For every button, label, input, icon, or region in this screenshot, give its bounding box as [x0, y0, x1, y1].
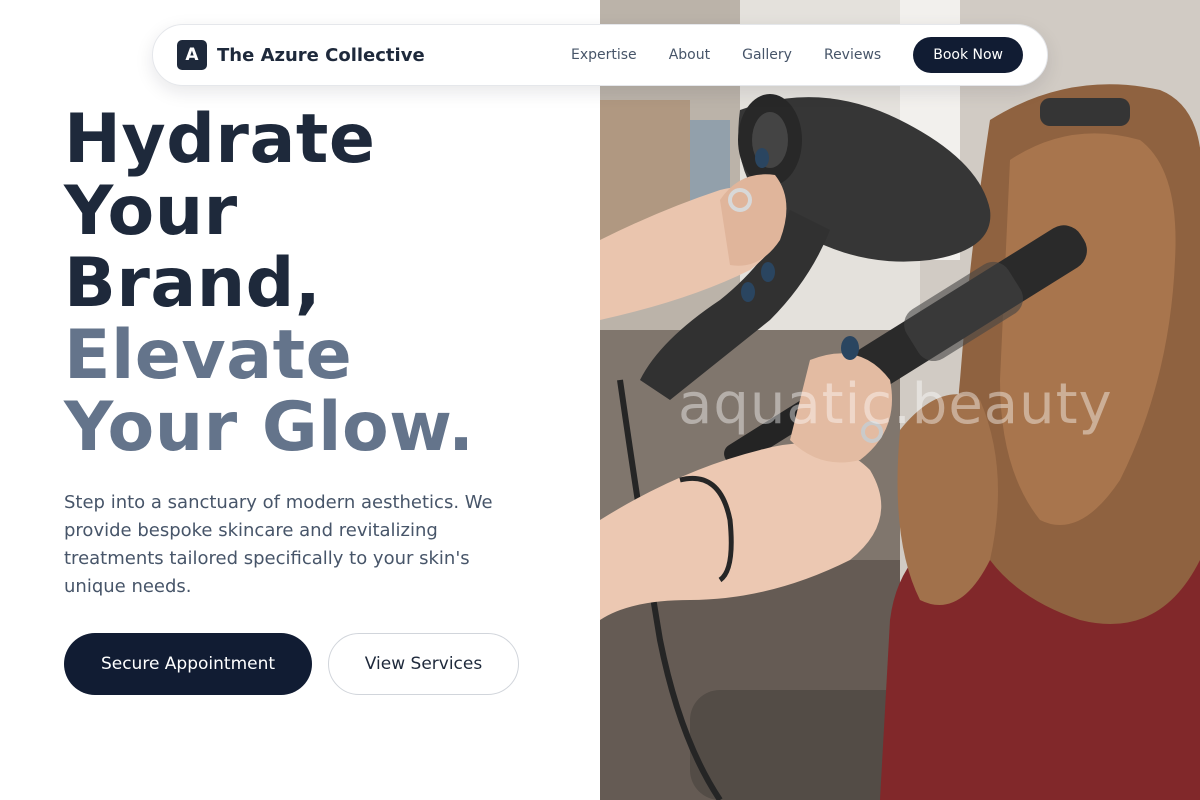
book-now-button[interactable]: Book Now: [913, 37, 1023, 73]
headline-line: Brand,: [64, 244, 322, 323]
nav-link-about[interactable]: About: [669, 47, 710, 63]
headline-line: Hydrate: [64, 100, 376, 179]
brand-name: The Azure Collective: [217, 44, 425, 66]
view-services-button[interactable]: View Services: [328, 633, 519, 695]
nav-link-gallery[interactable]: Gallery: [742, 47, 792, 63]
hero-description: Step into a sanctuary of modern aestheti…: [64, 492, 493, 597]
brand[interactable]: A The Azure Collective: [177, 40, 425, 70]
secure-appointment-button[interactable]: Secure Appointment: [64, 633, 312, 695]
hero-image: aquatic.beauty: [600, 0, 1200, 800]
hero-headline: Hydrate Your Brand, Elevate Your Glow.: [64, 104, 584, 464]
brand-logo-icon: A: [177, 40, 207, 70]
headline-line-accent: Your Glow.: [64, 388, 475, 467]
nav-link-expertise[interactable]: Expertise: [571, 47, 637, 63]
nav-link-reviews[interactable]: Reviews: [824, 47, 881, 63]
headline-line-accent: Elevate: [64, 316, 353, 395]
top-navigation: A The Azure Collective Expertise About G…: [152, 24, 1048, 86]
nav-links: Expertise About Gallery Reviews Book Now: [571, 37, 1023, 73]
image-watermark: aquatic.beauty: [678, 372, 1113, 437]
headline-line: Your: [64, 172, 238, 251]
